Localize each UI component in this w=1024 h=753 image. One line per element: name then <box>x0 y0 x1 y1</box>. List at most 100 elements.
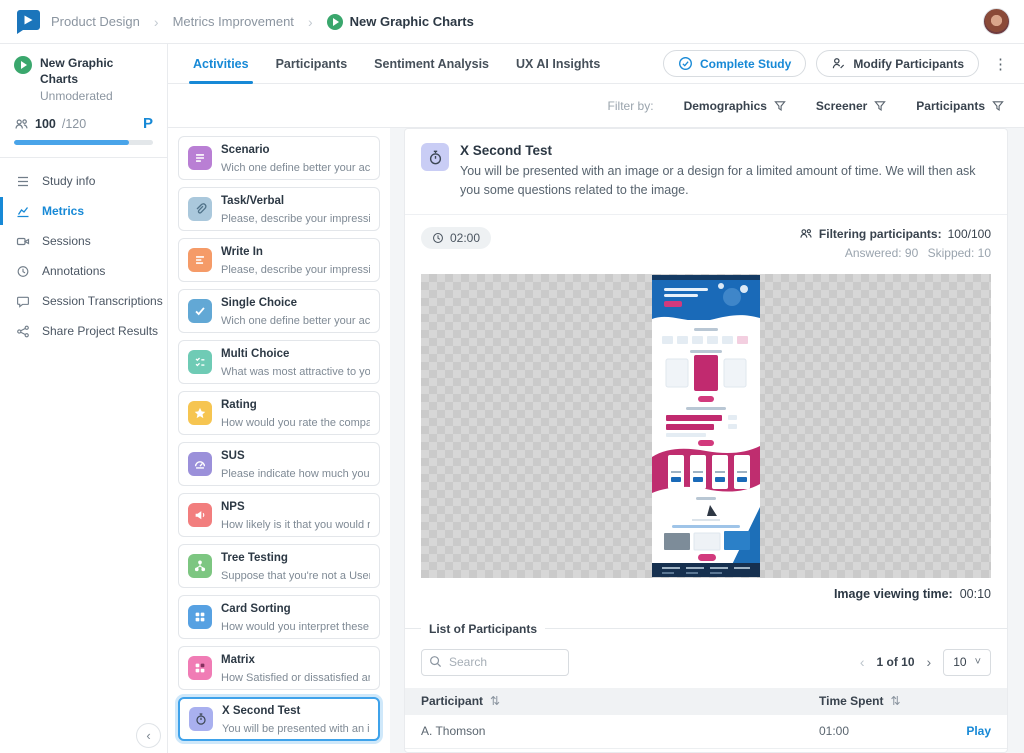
stopwatch-icon <box>189 707 213 731</box>
preview-image[interactable] <box>652 275 760 577</box>
next-page-button[interactable]: › <box>927 654 932 670</box>
sidebar-item-sessions[interactable]: Sessions <box>0 226 167 256</box>
speech-bubble-icon <box>15 295 30 308</box>
megaphone-icon <box>188 503 212 527</box>
page-size-value: 10 <box>953 655 966 669</box>
project-name: New Graphic Charts <box>40 56 153 87</box>
tab-ux-ai-insights[interactable]: UX AI Insights <box>516 44 600 83</box>
participants-count: 100 <box>35 117 56 131</box>
sort-icon[interactable]: ⇅ <box>490 694 500 708</box>
stopwatch-icon <box>421 143 449 171</box>
filter-participants[interactable]: Participants <box>916 99 1004 113</box>
activity-card-card-sorting[interactable]: Card SortingHow would you interpret thes… <box>178 595 380 639</box>
filter-label: Participants <box>916 99 985 113</box>
sidebar-collapse-button[interactable]: ‹ <box>136 723 161 748</box>
complete-study-label: Complete Study <box>700 57 791 71</box>
participants-section-header: List of Participants <box>405 622 1007 636</box>
share-icon <box>15 325 30 338</box>
header-row: Activities Participants Sentiment Analys… <box>168 44 1024 84</box>
tab-bar: Activities Participants Sentiment Analys… <box>193 44 600 83</box>
participants-total: /120 <box>62 117 86 131</box>
detail-title: X Second Test <box>460 143 991 158</box>
activity-title: Single Choice <box>221 297 297 309</box>
progress-bar-fill <box>14 140 129 145</box>
user-avatar[interactable] <box>983 8 1010 35</box>
breadcrumb-project[interactable]: Product Design <box>51 14 140 29</box>
sidebar-item-label: Annotations <box>42 264 105 278</box>
tab-label: Activities <box>193 57 249 71</box>
clock-icon <box>432 232 444 244</box>
viewing-time-label: Image viewing time: <box>834 587 953 601</box>
search-input[interactable] <box>421 649 569 676</box>
sidebar-item-annotations[interactable]: Annotations <box>0 256 167 286</box>
activity-title: X Second Test <box>222 705 300 717</box>
activity-card-tree-testing[interactable]: Tree TestingSuppose that you're not a Us… <box>178 544 380 588</box>
table-header: Participant ⇅ Time Spent ⇅ <box>405 688 1007 715</box>
checkmark-icon <box>188 299 212 323</box>
time-spent-value: 01:00 <box>819 724 939 738</box>
top-bar: Product Design › Metrics Improvement › N… <box>0 0 1024 44</box>
search-icon <box>429 655 442 668</box>
activity-title: Write In <box>221 246 263 258</box>
sidebar-item-session-transcriptions[interactable]: Session Transcriptions <box>0 286 167 316</box>
previous-page-button[interactable]: ‹ <box>860 654 865 670</box>
activity-card-rating[interactable]: RatingHow would you rate the company's..… <box>178 391 380 435</box>
video-camera-icon <box>15 235 30 248</box>
divider <box>545 628 1007 629</box>
sidebar-item-label: Sessions <box>42 234 91 248</box>
activity-desc: Wich one define better your actual... <box>221 162 370 174</box>
kebab-icon: ⋮ <box>993 56 1008 73</box>
activity-card-multi-choice[interactable]: Multi ChoiceWhat was most attractive to … <box>178 340 380 384</box>
participant-column-label: Participant <box>421 694 483 708</box>
page-size-select[interactable]: 10 ˅ <box>943 649 991 676</box>
divider <box>405 628 421 629</box>
play-link[interactable]: Play <box>939 724 991 738</box>
activity-title: Card Sorting <box>221 603 291 615</box>
activity-card-sus[interactable]: SUSPlease indicate how much you agre... <box>178 442 380 486</box>
activity-card-x-second-test[interactable]: X Second TestYou will be presented with … <box>178 697 380 741</box>
activity-card-nps[interactable]: NPSHow likely is it that you would reco.… <box>178 493 380 537</box>
filter-screener[interactable]: Screener <box>816 99 886 113</box>
detail-description: You will be presented with an image or a… <box>460 162 991 201</box>
funnel-icon <box>774 100 786 112</box>
activity-card-scenario[interactable]: ScenarioWich one define better your actu… <box>178 136 380 180</box>
activity-desc: Suppose that you're not a Userlytics... <box>221 570 370 582</box>
activity-desc: Please, describe your impressions a... <box>221 213 370 225</box>
tab-participants[interactable]: Participants <box>276 44 348 83</box>
tab-sentiment-analysis[interactable]: Sentiment Analysis <box>374 44 489 83</box>
write-icon <box>188 248 212 272</box>
breadcrumb-current[interactable]: New Graphic Charts <box>327 14 474 30</box>
page-status: 1 of 10 <box>877 655 915 669</box>
activity-card-single-choice[interactable]: Single ChoiceWich one define better your… <box>178 289 380 333</box>
sidebar-item-metrics[interactable]: Metrics <box>0 196 167 226</box>
participants-section-title: List of Participants <box>429 622 537 636</box>
sort-icon[interactable]: ⇅ <box>890 694 900 708</box>
complete-study-button[interactable]: Complete Study <box>663 50 806 77</box>
check-circle-icon <box>678 56 693 71</box>
modify-participants-button[interactable]: Modify Participants <box>816 50 979 77</box>
chevron-down-icon: ˅ <box>975 656 981 668</box>
chart-icon <box>15 205 30 218</box>
activity-card-write-in[interactable]: Write InPlease, describe your impression… <box>178 238 380 282</box>
sidebar-item-label: Session Transcriptions <box>42 294 163 308</box>
app-logo[interactable] <box>14 9 41 35</box>
filter-demographics[interactable]: Demographics <box>684 99 786 113</box>
breadcrumb-folder[interactable]: Metrics Improvement <box>173 14 294 29</box>
table-row: A. Thomson 01:00 Play <box>405 715 1007 749</box>
sidebar-item-share-project-results[interactable]: Share Project Results <box>0 316 167 346</box>
activity-title: NPS <box>221 501 245 513</box>
sidebar-item-study-info[interactable]: Study info <box>0 166 167 196</box>
chevron-left-icon: ‹ <box>860 654 865 670</box>
activity-title: Matrix <box>221 654 255 666</box>
duration-value: 02:00 <box>450 231 480 245</box>
activity-desc: How Satisfied or dissatisfied are yo... <box>221 672 370 684</box>
viewing-time-value: 00:10 <box>960 587 991 601</box>
project-mode: Unmoderated <box>40 89 153 103</box>
activity-title: SUS <box>221 450 245 462</box>
activity-card-matrix[interactable]: Matrix How Satisfied or dissatisfied are … <box>178 646 380 690</box>
more-options-button[interactable]: ⋮ <box>989 55 1012 73</box>
list-icon <box>15 175 30 188</box>
image-viewing-time: Image viewing time: 00:10 <box>421 587 991 601</box>
tab-activities[interactable]: Activities <box>193 44 249 83</box>
activity-card-task-verbal[interactable]: Task/VerbalPlease, describe your impress… <box>178 187 380 231</box>
